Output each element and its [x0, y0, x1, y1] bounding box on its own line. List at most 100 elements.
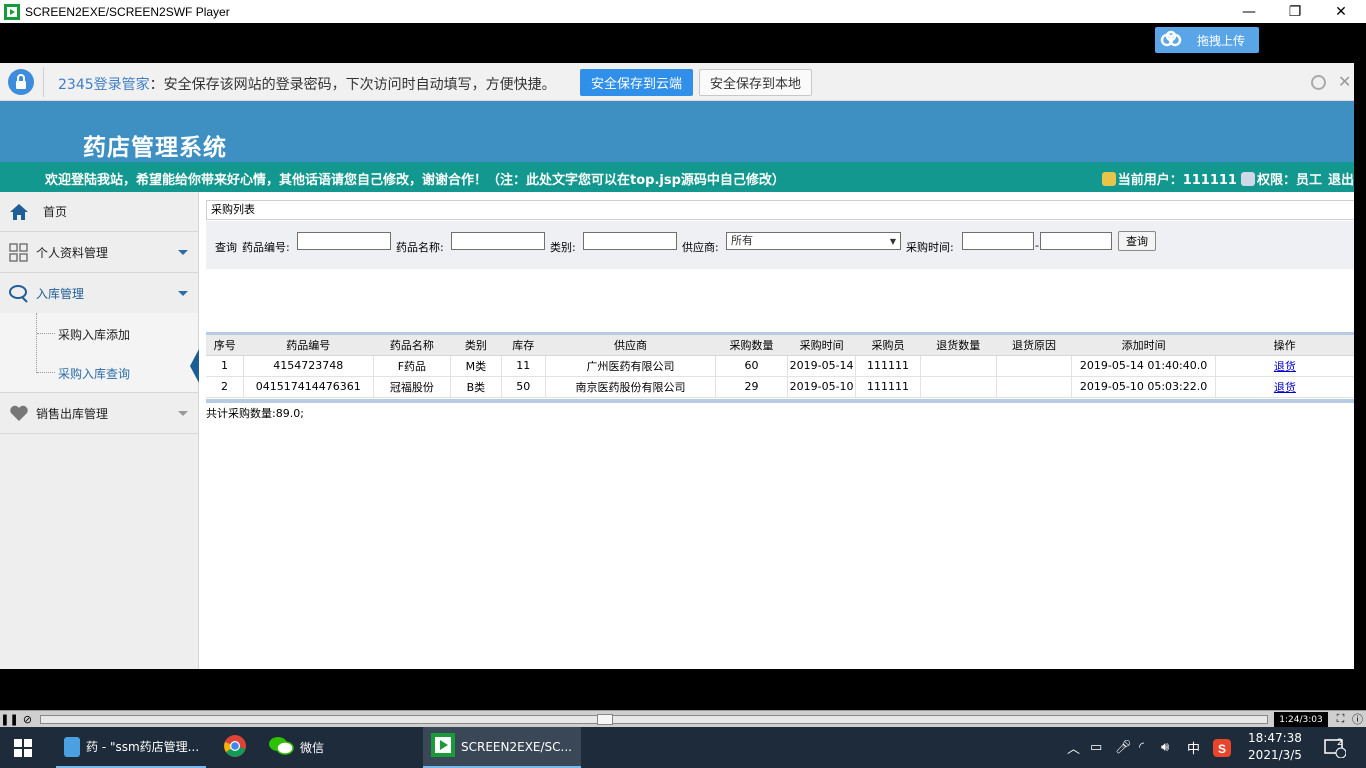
category-label: 类别: [550, 241, 576, 254]
sidebar-item-sales[interactable]: 销售出库管理 [0, 394, 198, 434]
window-title-bar: SCREEN2EXE/SCREEN2SWF Player — ❐ ✕ [0, 0, 1366, 23]
current-user: 当前用户：111111 [1117, 173, 1237, 188]
time-separator: - [1035, 239, 1039, 252]
column-header: 操作 [1215, 335, 1354, 356]
tree-line [36, 313, 37, 373]
tray-chevron-icon[interactable]: ︿ [1067, 727, 1080, 768]
return-link[interactable]: 退货 [1274, 381, 1296, 394]
query-label: 查询 [215, 241, 237, 254]
table-cell: 1 [206, 355, 244, 377]
column-header: 药品编号 [243, 335, 374, 356]
password-text: ：安全保存该网站的登录密码，下次访问时自动填写，方便快捷。 [149, 77, 556, 93]
permission: 权限：员工 [1256, 173, 1322, 188]
seek-thumb[interactable] [597, 714, 613, 725]
close-icon[interactable]: ✕ [1338, 72, 1351, 91]
permission-icon [1240, 171, 1255, 186]
tree-branch [37, 333, 55, 334]
sidebar-item-label: 入库管理 [36, 287, 85, 301]
home-icon [9, 202, 29, 222]
taskbar-file-explorer[interactable]: 药 - "ssm药店管理... [56, 727, 206, 768]
volume-icon[interactable]: 🔊︎ [1161, 727, 1169, 768]
welcome-bar: 欢迎登陆我站，希望能给你带来好心情，其他话语请您自己修改，谢谢合作！（注：此处文… [0, 162, 1354, 192]
microphone-icon[interactable]: 🎤︎ [1115, 727, 1132, 768]
purchase-total: 共计采购数量:89.0; [206, 407, 304, 420]
table-cell [996, 355, 1073, 377]
drug-name-input[interactable] [451, 232, 545, 250]
fit-screen-icon[interactable]: ⛶ [1333, 712, 1348, 726]
column-header: 序号 [206, 335, 244, 356]
mute-icon[interactable]: ⊘ [20, 712, 35, 726]
logout-link[interactable]: 退出 [1328, 169, 1354, 188]
drag-upload-button[interactable]: 拖拽上传 [1155, 27, 1259, 53]
screen2exe-icon [431, 733, 455, 760]
sidebar-item-inbound[interactable]: 入库管理 [0, 274, 198, 314]
table-cell: 111111 [855, 376, 921, 398]
sogou-ime-icon[interactable]: S [1213, 727, 1231, 768]
wifi-icon[interactable]: ◜ [1139, 727, 1144, 768]
time-to-input[interactable] [1040, 232, 1112, 250]
purchase-table: 序号 药品编号 药品名称 类别 库存 供应商 采购数量 采购时间 采购员 退货数… [206, 335, 1354, 398]
upload-label: 拖拽上传 [1197, 33, 1246, 48]
minimize-button[interactable]: — [1226, 0, 1272, 23]
baidu-cloud-icon [1159, 30, 1183, 50]
taskbar-screen2exe[interactable]: SCREEN2EXE/SC... [423, 727, 581, 768]
submenu-purchase-query[interactable]: 采购入库查询 [58, 365, 130, 382]
table-cell [996, 376, 1073, 398]
gear-icon[interactable] [1311, 75, 1326, 90]
password-manager-bar: 2345登录管家：安全保存该网站的登录密码，下次访问时自动填写，方便快捷。 安全… [0, 63, 1354, 101]
return-link[interactable]: 退货 [1274, 360, 1296, 373]
column-header: 采购时间 [787, 335, 856, 356]
column-header: 类别 [450, 335, 502, 356]
save-to-cloud-button[interactable]: 安全保存到云端 [580, 69, 693, 96]
column-header: 退货数量 [920, 335, 997, 356]
taskbar-chrome[interactable] [223, 727, 249, 768]
ime-indicator[interactable]: 中 [1187, 727, 1200, 768]
taskbar-wechat[interactable]: 微信 [268, 727, 348, 768]
supplier-select[interactable]: 所有 ▼ [726, 232, 901, 250]
save-to-local-button[interactable]: 安全保存到本地 [699, 69, 812, 96]
column-header: 退货原因 [996, 335, 1072, 356]
system-clock[interactable]: 18:47:38 2021/3/5 [1242, 730, 1308, 764]
column-header: 采购员 [855, 335, 921, 356]
clock-date: 2021/3/5 [1248, 748, 1302, 762]
column-header: 库存 [501, 335, 546, 356]
purchase-time-label: 采购时间: [906, 241, 954, 254]
time-from-input[interactable] [962, 232, 1034, 250]
browser-viewport: 2345登录管家：安全保存该网站的登录密码，下次访问时自动填写，方便快捷。 安全… [0, 63, 1354, 669]
windows-taskbar: 药 - "ssm药店管理... 微信 SCREEN2EXE/SC... ︿ ▭ … [0, 727, 1366, 768]
close-window-button[interactable]: ✕ [1318, 0, 1364, 23]
search-button[interactable]: 查询 [1118, 231, 1156, 251]
password-brand: 2345登录管家 [58, 77, 150, 93]
submenu-purchase-add[interactable]: 采购入库添加 [58, 326, 130, 343]
maximize-button[interactable]: ❐ [1272, 0, 1318, 23]
drug-no-input[interactable] [297, 232, 391, 250]
pause-button[interactable]: ❚❚ [0, 712, 18, 726]
table-cell: 广州医药有限公司 [545, 355, 717, 377]
file-icon [64, 736, 80, 757]
user-icon [1101, 171, 1116, 186]
table-cell: 2019-05-14 01:40:40.0 [1071, 355, 1216, 377]
chevron-down-icon [178, 291, 188, 296]
category-input[interactable] [583, 232, 677, 250]
supplier-label: 供应商: [682, 241, 719, 254]
sidebar-item-home[interactable]: 首页 [0, 192, 198, 232]
table-cell: 冠福股份 [373, 376, 452, 398]
battery-icon[interactable]: ▭ [1090, 727, 1102, 768]
sidebar-item-profile[interactable]: 个人资料管理 [0, 233, 198, 273]
table-cell: 退货 [1215, 355, 1354, 377]
info-icon[interactable]: ⓘ [1350, 712, 1365, 726]
table-cell: 11 [501, 355, 546, 377]
table-cell: M类 [450, 355, 502, 377]
window-title: SCREEN2EXE/SCREEN2SWF Player [25, 4, 230, 19]
seek-bar[interactable] [40, 715, 1268, 724]
table-cell: F药品 [373, 355, 452, 377]
notification-icon[interactable]: 2 [1324, 727, 1346, 768]
windows-start-icon[interactable] [14, 739, 32, 757]
table-cell: 2019-05-14 [787, 355, 857, 377]
divider [43, 67, 44, 97]
table-cell: 29 [715, 376, 788, 398]
table-cell: 4154723748 [243, 355, 374, 377]
panel-title: 采购列表 [206, 200, 1354, 220]
inbound-submenu: 采购入库添加 采购入库查询 [0, 313, 199, 393]
svg-text:S: S [1218, 742, 1226, 756]
